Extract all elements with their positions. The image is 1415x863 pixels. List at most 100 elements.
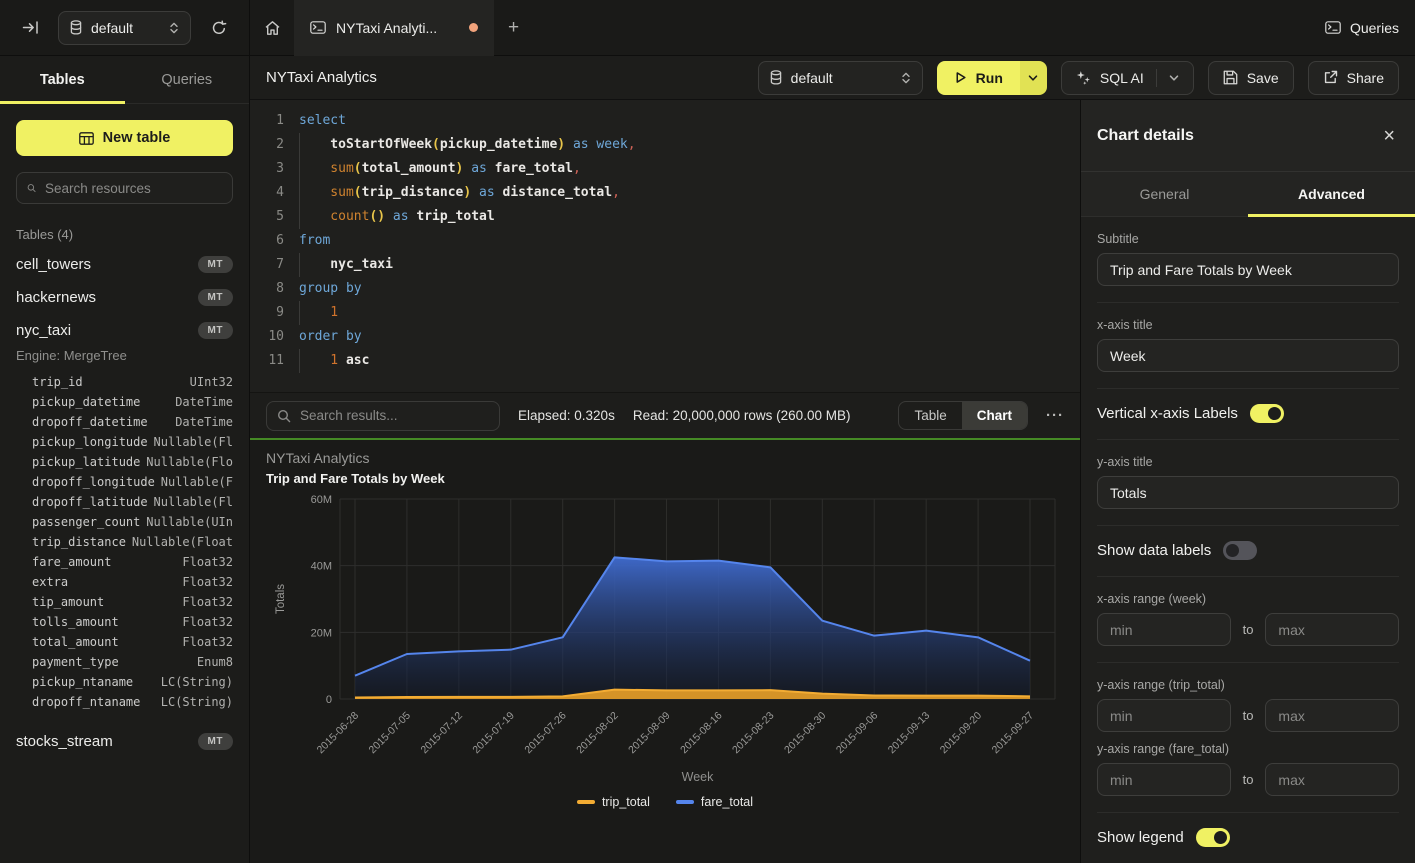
code-text: from [299, 229, 330, 253]
sql-editor[interactable]: 1select2 toStartOfWeek(pickup_datetime) … [250, 100, 1080, 392]
x-range-max-input[interactable] [1265, 613, 1399, 646]
column-type: DateTime [175, 395, 233, 409]
column-row: pickup_ntanameLC(String) [16, 672, 233, 692]
database-selector[interactable]: default [58, 11, 191, 45]
query-database-selector[interactable]: default [758, 61, 923, 95]
table-row[interactable]: stocks_streamMT [16, 725, 233, 758]
editor-line: 2 toStartOfWeek(pickup_datetime) as week… [262, 133, 1080, 157]
data-labels-toggle[interactable] [1223, 541, 1257, 560]
column-type: Float32 [182, 595, 233, 609]
chevron-down-icon[interactable] [1169, 74, 1179, 82]
y-tick-label: 60M [311, 494, 332, 506]
view-toggle-table[interactable]: Table [899, 402, 961, 429]
refresh-button[interactable] [205, 14, 233, 42]
column-row: payment_typeEnum8 [16, 652, 233, 672]
y-tick-label: 20M [311, 627, 332, 639]
x-range-label: x-axis range (week) [1097, 592, 1399, 606]
code-text: sum(trip_distance) as distance_total, [299, 181, 620, 205]
code-text: toStartOfWeek(pickup_datetime) as week, [299, 133, 636, 157]
toggle-knob [1226, 544, 1239, 557]
line-number: 7 [262, 253, 284, 277]
sidebar: Tables Queries New table Tables (4) cell… [0, 56, 250, 863]
query-tab[interactable]: NYTaxi Analyti... [294, 0, 494, 56]
sql-ai-button[interactable]: SQL AI [1061, 61, 1194, 95]
table-row[interactable]: nyc_taxiMT [16, 314, 233, 347]
tab-general[interactable]: General [1081, 172, 1248, 216]
column-row: pickup_datetimeDateTime [16, 392, 233, 412]
query-toolbar: NYTaxi Analytics default Run [250, 56, 1415, 100]
column-name: tolls_amount [32, 615, 119, 629]
column-name: pickup_latitude [32, 455, 140, 469]
column-name: payment_type [32, 655, 119, 669]
y-axis-title-input[interactable] [1097, 476, 1399, 509]
y-range-trip-max-input[interactable] [1265, 699, 1399, 732]
table-icon [79, 132, 94, 145]
table-row[interactable]: hackernewsMT [16, 281, 233, 314]
view-toggle: Table Chart [898, 401, 1028, 430]
app-window: default NYTaxi Analyti... + Queries [0, 0, 1415, 863]
y-axis-title-section: y-axis title [1097, 440, 1399, 526]
new-tab-button[interactable]: + [508, 17, 519, 39]
chart-plot[interactable]: 020M40M60M2015-06-282015-07-052015-07-12… [250, 440, 1080, 855]
collapse-sidebar-button[interactable] [16, 14, 44, 42]
data-labels-label: Show data labels [1097, 542, 1211, 559]
vertical-labels-toggle[interactable] [1250, 404, 1284, 423]
column-type: Nullable(Float [132, 535, 233, 549]
tab-advanced[interactable]: Advanced [1248, 172, 1415, 216]
sql-editor-lines: 1select2 toStartOfWeek(pickup_datetime) … [262, 109, 1080, 373]
range-to-label: to [1243, 622, 1254, 637]
toggle-knob [1214, 831, 1227, 844]
x-tick-label: 2015-06-28 [315, 710, 362, 757]
close-icon[interactable]: × [1383, 126, 1395, 146]
column-name: trip_distance [32, 535, 126, 549]
sidebar-tab-queries[interactable]: Queries [125, 56, 250, 103]
tab-title: NYTaxi Analyti... [336, 20, 459, 36]
details-header: Chart details × [1081, 100, 1415, 172]
legend-item-fare_total[interactable]: fare_total [676, 795, 753, 809]
run-options-button[interactable] [1020, 61, 1047, 95]
resource-search-input[interactable] [45, 181, 222, 196]
sidebar-tab-tables[interactable]: Tables [0, 56, 125, 103]
results-search-input[interactable] [300, 408, 489, 423]
x-range-min-input[interactable] [1097, 613, 1231, 646]
save-button-label: Save [1247, 70, 1279, 86]
column-row: passenger_countNullable(UIn [16, 512, 233, 532]
column-type: Nullable(Fl [154, 435, 233, 449]
save-button[interactable]: Save [1208, 61, 1294, 95]
home-button[interactable] [258, 14, 286, 42]
chart-details-panel: Chart details × General Advanced Subtitl… [1080, 100, 1415, 863]
sidebar-tab-tables-label: Tables [40, 72, 85, 88]
x-tick-label: 2015-09-06 [834, 710, 881, 757]
x-tick-label: 2015-09-27 [990, 710, 1037, 757]
legend-swatch [577, 800, 595, 804]
table-engine: Engine: MergeTree [16, 348, 233, 363]
subtitle-field-label: Subtitle [1097, 232, 1399, 246]
subtitle-input[interactable] [1097, 253, 1399, 286]
column-type: Nullable(Fl [154, 495, 233, 509]
share-button[interactable]: Share [1308, 61, 1399, 95]
query-database-value: default [791, 70, 892, 86]
view-toggle-chart[interactable]: Chart [962, 402, 1027, 429]
x-axis-title-input[interactable] [1097, 339, 1399, 372]
tables-list: cell_towersMThackernewsMTnyc_taxiMTEngin… [16, 248, 233, 758]
y-range-fare-max-input[interactable] [1265, 763, 1399, 796]
editor-line: 5 count() as trip_total [262, 205, 1080, 229]
y-range-fare-min-input[interactable] [1097, 763, 1231, 796]
run-button[interactable]: Run [937, 61, 1020, 95]
y-range-trip-min-input[interactable] [1097, 699, 1231, 732]
engine-badge: MT [198, 256, 233, 273]
legend-swatch [676, 800, 694, 804]
more-options-button[interactable]: ··· [1046, 407, 1064, 424]
table-columns: trip_idUInt32pickup_datetimeDateTimedrop… [16, 372, 233, 712]
column-row: dropoff_ntanameLC(String) [16, 692, 233, 712]
new-table-button[interactable]: New table [16, 120, 233, 156]
legend-item-trip_total[interactable]: trip_total [577, 795, 650, 809]
column-row: trip_distance Nullable(Float [16, 532, 233, 552]
results-bar: Elapsed: 0.320s Read: 20,000,000 rows (2… [250, 392, 1080, 438]
x-axis-title-label: x-axis title [1097, 318, 1399, 332]
code-text: 1 [299, 301, 338, 325]
table-row[interactable]: cell_towersMT [16, 248, 233, 281]
queries-button[interactable]: Queries [1325, 20, 1399, 36]
show-legend-toggle[interactable] [1196, 828, 1230, 847]
terminal-icon [1325, 21, 1341, 34]
